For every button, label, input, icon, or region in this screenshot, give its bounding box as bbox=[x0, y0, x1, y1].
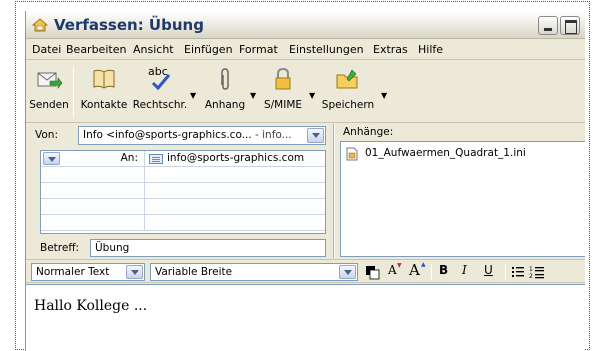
compose-window: Verfassen: Übung Datei Bearbeiten Ansich… bbox=[25, 11, 585, 351]
spellcheck-icon: abc bbox=[145, 65, 175, 91]
paragraph-style-dropdown[interactable] bbox=[126, 265, 143, 279]
menu-bearbeiten[interactable]: Bearbeiten bbox=[66, 43, 126, 56]
attach-label: Anhang bbox=[204, 99, 246, 111]
message-body[interactable]: Hallo Kollege ... bbox=[26, 284, 585, 351]
recipient-address[interactable]: info@sports-graphics.com bbox=[167, 152, 304, 164]
menu-extras[interactable]: Extras bbox=[373, 43, 408, 56]
svg-text:2: 2 bbox=[529, 273, 533, 280]
recipient-grid[interactable]: An: info@sports-graphics.com bbox=[40, 150, 326, 234]
font-value: Variable Breite bbox=[155, 266, 233, 278]
recipient-type-label: An: bbox=[120, 152, 138, 164]
toolbar-separator bbox=[73, 67, 74, 117]
minimize-button[interactable] bbox=[538, 16, 558, 35]
text-color-icon[interactable] bbox=[364, 264, 380, 280]
maximize-button[interactable] bbox=[560, 16, 580, 35]
smime-label: S/MIME bbox=[263, 99, 303, 111]
attachment-item[interactable]: 01_Aufwaermen_Quadrat_1.ini bbox=[365, 147, 526, 159]
header-splitter[interactable] bbox=[333, 124, 335, 258]
menu-hilfe[interactable]: Hilfe bbox=[418, 43, 443, 56]
from-label: Von: bbox=[35, 129, 58, 141]
underline-button[interactable]: U bbox=[484, 263, 493, 277]
font-larger-button[interactable]: A bbox=[409, 261, 420, 279]
recipient-type-cell bbox=[41, 215, 145, 230]
save-menu-arrow[interactable]: ▼ bbox=[381, 91, 389, 100]
italic-button[interactable]: I bbox=[462, 263, 467, 277]
send-icon bbox=[37, 72, 62, 89]
numbered-list-icon[interactable]: 1 2 bbox=[529, 264, 545, 280]
spellcheck-label: Rechtschr. bbox=[132, 99, 188, 111]
send-button[interactable]: Senden bbox=[28, 65, 70, 119]
font-select[interactable]: Variable Breite bbox=[150, 263, 358, 281]
attach-button[interactable]: Anhang bbox=[202, 65, 248, 119]
smime-button[interactable]: S/MIME bbox=[260, 65, 306, 119]
recipient-row[interactable]: An: info@sports-graphics.com bbox=[41, 151, 325, 167]
format-separator bbox=[505, 264, 506, 280]
format-toolbar: Normaler Text Variable Breite A ▼ A ▲ B … bbox=[26, 259, 585, 283]
spellcheck-menu-arrow[interactable]: ▼ bbox=[190, 91, 198, 100]
smime-menu-arrow[interactable]: ▼ bbox=[309, 91, 317, 100]
window-title: Verfassen: Übung bbox=[54, 16, 204, 34]
title-bar[interactable]: Verfassen: Übung bbox=[26, 11, 585, 39]
menu-einfuegen[interactable]: Einfügen bbox=[184, 43, 233, 56]
recipient-type-select[interactable]: An: bbox=[41, 151, 145, 166]
recipient-type-cell bbox=[41, 183, 145, 198]
menu-format[interactable]: Format bbox=[239, 43, 278, 56]
larger-arrow-icon: ▲ bbox=[421, 261, 426, 268]
send-label: Senden bbox=[29, 99, 69, 111]
format-separator bbox=[431, 264, 432, 280]
attachments-label: Anhänge: bbox=[343, 126, 394, 138]
paragraph-style-value: Normaler Text bbox=[36, 266, 110, 278]
save-label: Speichern bbox=[321, 99, 375, 111]
menu-ansicht[interactable]: Ansicht bbox=[133, 43, 174, 56]
spellcheck-button[interactable]: abc Rechtschr. bbox=[132, 65, 188, 119]
menu-einstellungen[interactable]: Einstellungen bbox=[289, 43, 364, 56]
save-button[interactable]: Speichern bbox=[318, 65, 378, 119]
recipient-row-empty[interactable] bbox=[41, 183, 325, 199]
lock-icon bbox=[275, 67, 291, 90]
paperclip-icon bbox=[221, 68, 229, 90]
attach-menu-arrow[interactable]: ▼ bbox=[250, 91, 258, 100]
recipient-type-cell bbox=[41, 199, 145, 214]
from-dropdown-button[interactable] bbox=[307, 128, 324, 143]
subject-value: Übung bbox=[95, 242, 130, 254]
contact-card-icon bbox=[149, 154, 163, 164]
svg-text:1: 1 bbox=[529, 266, 533, 273]
message-header: Von: Info <info@sports-graphics.co... - … bbox=[26, 124, 585, 257]
recipient-type-cell bbox=[41, 167, 145, 182]
recipient-row-empty[interactable] bbox=[41, 199, 325, 215]
attachments-list[interactable]: 01_Aufwaermen_Quadrat_1.ini bbox=[340, 141, 585, 257]
paragraph-style-select[interactable]: Normaler Text bbox=[31, 263, 145, 281]
font-dropdown[interactable] bbox=[339, 265, 356, 279]
bullet-list-icon[interactable] bbox=[511, 265, 525, 279]
from-value: Info <info@sports-graphics.co... bbox=[83, 129, 252, 141]
contacts-button[interactable]: Kontakte bbox=[78, 65, 130, 119]
menu-datei[interactable]: Datei bbox=[32, 43, 61, 56]
menu-bar: Datei Bearbeiten Ansicht Einfügen Format… bbox=[26, 40, 585, 60]
font-smaller-button[interactable]: A bbox=[388, 263, 397, 277]
subject-input[interactable]: Übung bbox=[90, 239, 326, 257]
body-text: Hallo Kollege ... bbox=[34, 298, 148, 314]
compose-app-icon bbox=[32, 18, 48, 32]
recipient-type-dropdown[interactable] bbox=[43, 152, 60, 165]
recipient-row-empty[interactable] bbox=[41, 167, 325, 183]
contacts-label: Kontakte bbox=[80, 99, 128, 111]
smaller-arrow-icon: ▼ bbox=[397, 262, 402, 269]
save-folder-icon bbox=[336, 69, 358, 89]
main-toolbar: Senden Kontakte abc Rechtschr. ▼ Anhang … bbox=[26, 61, 585, 123]
attachment-file-icon bbox=[346, 147, 358, 161]
subject-label: Betreff: bbox=[40, 242, 80, 254]
bold-button[interactable]: B bbox=[439, 263, 448, 277]
from-account: - info... bbox=[255, 129, 292, 141]
address-book-icon bbox=[93, 69, 115, 89]
recipient-row-empty[interactable] bbox=[41, 215, 325, 231]
from-account-select[interactable]: Info <info@sports-graphics.co... - info.… bbox=[78, 126, 326, 145]
